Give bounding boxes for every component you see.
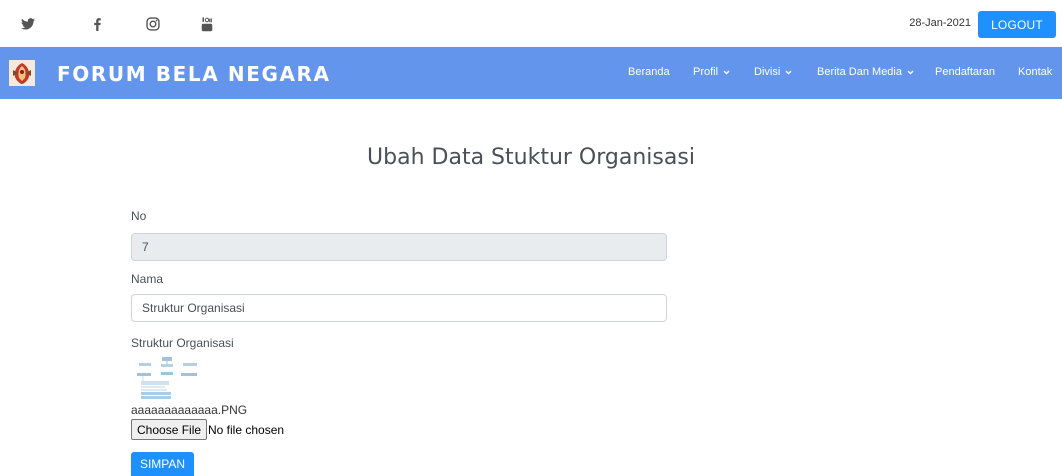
nama-field-value: Struktur Organisasi [142,301,245,315]
instagram-icon[interactable] [144,13,162,35]
brand-logo-icon[interactable] [9,60,35,86]
no-file-chosen-text: No file chosen [208,423,285,437]
chevron-down-icon [723,70,730,75]
nama-label: Nama [131,272,164,286]
logout-button[interactable]: LOGOUT [978,11,1056,38]
no-field[interactable]: 7 [131,233,667,261]
twitter-icon[interactable] [17,13,39,35]
nav-item-profil[interactable]: Profil [693,66,730,78]
struktur-organisasi-label: Struktur Organisasi [131,336,234,350]
nama-field[interactable]: Struktur Organisasi [131,294,667,322]
nav-item-kontak[interactable]: Kontak [1018,66,1052,78]
no-label: No [131,209,147,223]
nav-item-label: Pendaftaran [935,66,995,78]
choose-file-button[interactable]: Choose File [131,419,208,440]
current-date: 28-Jan-2021 [909,17,971,29]
nav-item-label: Kontak [1018,66,1053,78]
no-field-value: 7 [142,240,149,254]
page-title: Ubah Data Stuktur Organisasi [367,145,695,170]
simpan-button[interactable]: SIMPAN [131,452,194,476]
nav-item-pendaftaran[interactable]: Pendaftaran [935,66,995,78]
main-navbar: FORUM BELA NEGARA Beranda Profil Divisi … [0,47,1062,99]
chevron-down-icon [785,70,792,75]
top-bar: 28-Jan-2021 LOGOUT [0,0,1062,47]
chevron-down-icon [907,70,914,75]
brand-title[interactable]: FORUM BELA NEGARA [57,62,331,86]
nav-item-label: Beranda [628,66,670,78]
nav-item-label: Divisi [754,66,781,78]
nav-item-divisi[interactable]: Divisi [754,66,792,78]
nav-item-label: Berita Dan Media [817,66,902,78]
youtube-icon[interactable] [198,13,216,35]
nav-item-label: Profil [693,66,719,78]
facebook-icon[interactable] [89,13,105,35]
struktur-organisasi-thumbnail [131,355,203,401]
current-file-name: aaaaaaaaaaaaa.PNG [131,403,248,417]
nav-item-beranda[interactable]: Beranda [628,66,670,78]
nav-item-berita-dan-media[interactable]: Berita Dan Media [817,66,914,78]
